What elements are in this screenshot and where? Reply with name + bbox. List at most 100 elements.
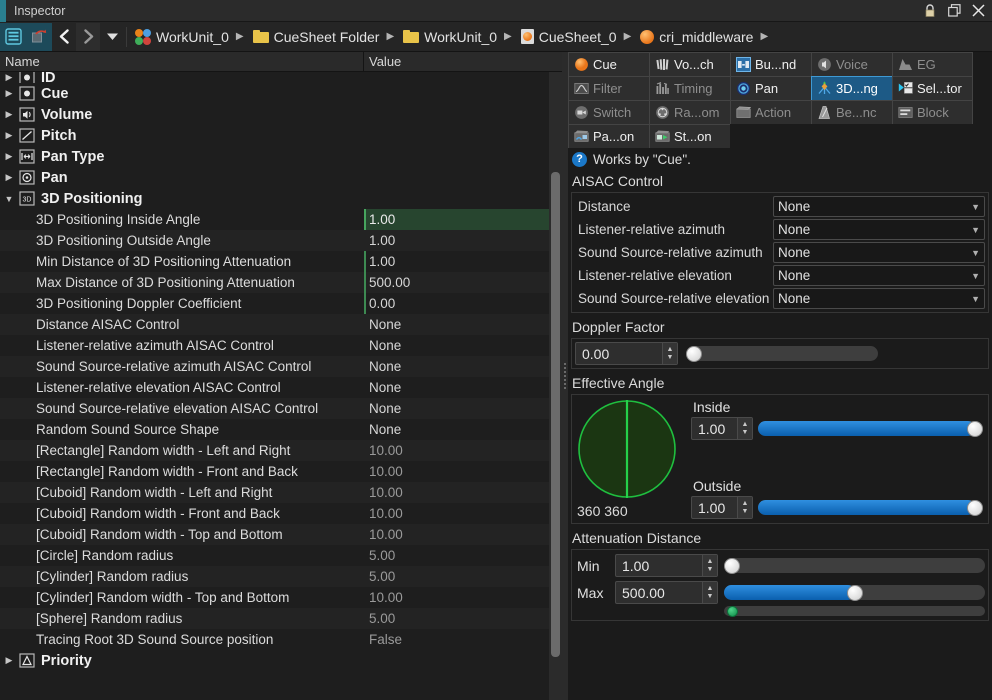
attenuation-sub-slider[interactable] xyxy=(724,606,985,616)
max-slider-knob[interactable] xyxy=(847,585,863,601)
tree-cell-value[interactable]: 10.00 xyxy=(364,587,562,608)
outside-spinner[interactable]: 1.00 ▲▼ xyxy=(691,496,753,519)
tree-row[interactable]: [Sphere] Random radius5.00 xyxy=(0,608,562,629)
tree-row[interactable]: Random Sound Source ShapeNone xyxy=(0,419,562,440)
max-stepper[interactable]: ▲▼ xyxy=(702,582,717,603)
tree-row[interactable]: [Cuboid] Random width - Left and Right10… xyxy=(0,482,562,503)
tab-block[interactable]: Block xyxy=(892,100,973,124)
tree-cell-value[interactable] xyxy=(364,146,562,167)
chevron-down-icon[interactable]: ▼ xyxy=(0,194,18,204)
max-spinner[interactable]: 500.00 ▲▼ xyxy=(615,581,718,604)
tab-be-nc[interactable]: Be...nc xyxy=(811,100,892,124)
doppler-slider-knob[interactable] xyxy=(686,346,702,362)
tree-row[interactable]: [Cuboid] Random width - Top and Bottom10… xyxy=(0,524,562,545)
aisac-combo-2[interactable]: None▼ xyxy=(773,242,985,263)
min-stepper[interactable]: ▲▼ xyxy=(702,555,717,576)
forward-button[interactable] xyxy=(76,23,100,51)
inside-value[interactable]: 1.00 xyxy=(692,421,737,437)
outside-slider-knob[interactable] xyxy=(967,500,983,516)
aisac-combo-1[interactable]: None▼ xyxy=(773,219,985,240)
tab-eg[interactable]: EG xyxy=(892,52,973,76)
tab-voice[interactable]: Voice xyxy=(811,52,892,76)
tree-cell-value[interactable]: 1.00 xyxy=(364,251,562,272)
tree-row[interactable]: 3D Positioning Outside Angle1.00 xyxy=(0,230,562,251)
tree-group-row[interactable]: ▶Pan Type xyxy=(0,146,562,167)
tab-action[interactable]: Action xyxy=(730,100,811,124)
tree-scrollbar-thumb[interactable] xyxy=(551,172,560,657)
tab-sel-tor[interactable]: Sel...tor xyxy=(892,76,973,100)
chevron-right-icon[interactable]: ▶ xyxy=(0,72,18,83)
inside-slider-knob[interactable] xyxy=(967,421,983,437)
column-header-value[interactable]: Value xyxy=(364,52,562,71)
tab-filter[interactable]: Filter xyxy=(568,76,649,100)
tree-row-clipped[interactable]: ▶ID xyxy=(0,72,562,83)
tree-row[interactable]: [Rectangle] Random width - Left and Righ… xyxy=(0,440,562,461)
tree-cell-value[interactable]: 1.00 xyxy=(364,209,562,230)
min-spinner[interactable]: 1.00 ▲▼ xyxy=(615,554,718,577)
inside-stepper[interactable]: ▲▼ xyxy=(737,418,752,439)
breadcrumb-item-cuesheet-folder[interactable]: CueSheet Folder xyxy=(247,23,384,51)
tree-group-row[interactable]: ▶Volume xyxy=(0,104,562,125)
tree-cell-value[interactable]: 5.00 xyxy=(364,608,562,629)
outside-slider[interactable] xyxy=(758,500,983,515)
tree-cell-value[interactable] xyxy=(364,125,562,146)
tree-row[interactable]: Min Distance of 3D Positioning Attenuati… xyxy=(0,251,562,272)
breadcrumb-item-workunit-0[interactable]: WorkUnit_0 xyxy=(129,23,233,51)
tree-cell-value[interactable]: 10.00 xyxy=(364,482,562,503)
tree-row[interactable]: Max Distance of 3D Positioning Attenuati… xyxy=(0,272,562,293)
tree-row[interactable]: Sound Source-relative elevation AISAC Co… xyxy=(0,398,562,419)
outside-stepper[interactable]: ▲▼ xyxy=(737,497,752,518)
tree-cell-value[interactable] xyxy=(364,188,562,209)
tree-cell-value[interactable]: 0.00 xyxy=(364,293,562,314)
angle-visualizer[interactable]: 360 360 xyxy=(577,399,683,519)
doppler-spinner[interactable]: 0.00 ▲▼ xyxy=(575,342,678,365)
close-icon[interactable] xyxy=(968,1,988,21)
tree-cell-value[interactable]: 10.00 xyxy=(364,461,562,482)
chevron-right-icon[interactable]: ▶ xyxy=(0,151,18,162)
tree-cell-value[interactable]: 10.00 xyxy=(364,524,562,545)
tree-cell-value[interactable] xyxy=(364,104,562,125)
tree-cell-value[interactable]: 5.00 xyxy=(364,566,562,587)
tree-cell-value[interactable] xyxy=(364,83,562,104)
tree-row[interactable]: 3D Positioning Doppler Coefficient0.00 xyxy=(0,293,562,314)
tab-pan[interactable]: Pan xyxy=(730,76,811,100)
max-value[interactable]: 500.00 xyxy=(616,585,702,601)
tree-cell-value[interactable]: None xyxy=(364,419,562,440)
tree-row[interactable]: Sound Source-relative azimuth AISAC Cont… xyxy=(0,356,562,377)
history-button[interactable] xyxy=(26,23,52,51)
tree-row[interactable]: [Rectangle] Random width - Front and Bac… xyxy=(0,461,562,482)
tab-bu-nd[interactable]: Bu...nd xyxy=(730,52,811,76)
tree-row[interactable]: Tracing Root 3D Sound Source positionFal… xyxy=(0,629,562,650)
tree-group-row[interactable]: ▶Pitch xyxy=(0,125,562,146)
tree-row[interactable]: Listener-relative elevation AISAC Contro… xyxy=(0,377,562,398)
tree-vertical-scrollbar[interactable] xyxy=(549,72,562,700)
min-slider-knob[interactable] xyxy=(724,558,740,574)
chevron-right-icon[interactable]: ▶ xyxy=(0,172,18,183)
tree-group-row[interactable]: ▶Priority xyxy=(0,650,562,671)
chevron-right-icon[interactable]: ▶ xyxy=(0,130,18,141)
list-view-button[interactable] xyxy=(0,23,26,51)
tree-cell-value[interactable]: None xyxy=(364,314,562,335)
tree-cell-value[interactable]: 10.00 xyxy=(364,440,562,461)
tree-row[interactable]: [Cylinder] Random radius5.00 xyxy=(0,566,562,587)
inside-slider[interactable] xyxy=(758,421,983,436)
restore-icon[interactable] xyxy=(944,1,964,21)
tree-row[interactable]: 3D Positioning Inside Angle1.00 xyxy=(0,209,562,230)
max-slider[interactable] xyxy=(724,585,985,600)
tree-cell-value[interactable]: None xyxy=(364,335,562,356)
tree-cell-value[interactable] xyxy=(364,650,562,671)
tab-vo-ch[interactable]: Vo...ch xyxy=(649,52,730,76)
tree-cell-value[interactable]: None xyxy=(364,377,562,398)
doppler-value[interactable]: 0.00 xyxy=(576,346,662,362)
min-value[interactable]: 1.00 xyxy=(616,558,702,574)
chevron-right-icon[interactable]: ▶ xyxy=(0,88,18,99)
breadcrumb-item-cri-middleware[interactable]: cri_middleware xyxy=(634,23,757,51)
lock-icon[interactable] xyxy=(920,1,940,21)
doppler-stepper[interactable]: ▲▼ xyxy=(662,343,677,364)
doppler-slider[interactable] xyxy=(686,346,878,361)
tab-cue[interactable]: Cue xyxy=(568,52,649,76)
breadcrumb-item-workunit-0-folder[interactable]: WorkUnit_0 xyxy=(397,23,501,51)
tree-row[interactable]: [Cylinder] Random width - Top and Bottom… xyxy=(0,587,562,608)
inside-spinner[interactable]: 1.00 ▲▼ xyxy=(691,417,753,440)
back-button[interactable] xyxy=(52,23,76,51)
